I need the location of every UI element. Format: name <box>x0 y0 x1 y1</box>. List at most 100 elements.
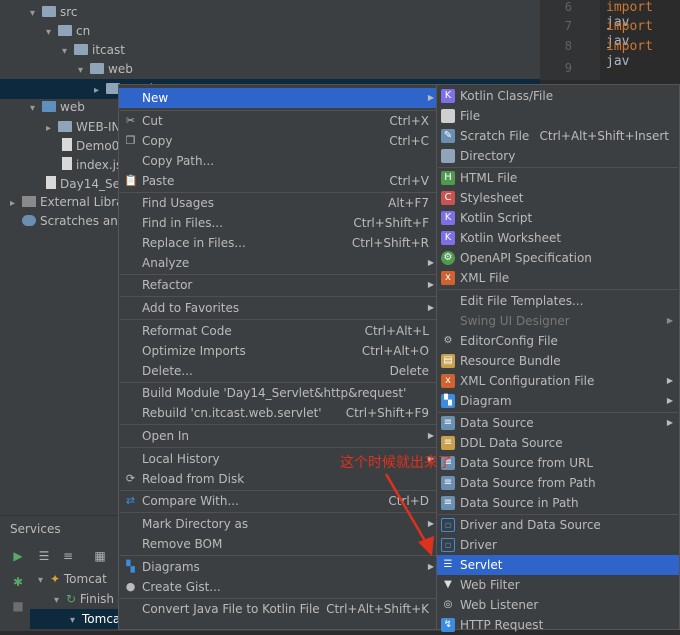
service-finished[interactable]: ▾ ↻ Finish <box>54 589 114 609</box>
menu-item-refactor[interactable]: Refactor ▶ <box>119 275 439 295</box>
tree-node-external-libraries[interactable]: ▸ External Libra <box>10 192 124 212</box>
submenu-item-xml-file[interactable]: x XML File <box>437 268 679 288</box>
menu-item-create-gist[interactable]: ● Create Gist... <box>119 577 439 597</box>
chevron-down-icon[interactable]: ▾ <box>38 571 50 591</box>
filter-icon: ▼ <box>444 579 452 590</box>
folder-icon <box>58 121 72 132</box>
submenu-item-openapi[interactable]: ⚙ OpenAPI Specification <box>437 248 679 268</box>
submenu-item-kotlin-script[interactable]: K Kotlin Script <box>437 208 679 228</box>
menu-item-cut[interactable]: ✂ Cut Ctrl+X <box>119 111 439 131</box>
chevron-right-icon: ▶ <box>427 431 434 440</box>
chevron-down-icon[interactable]: ▾ <box>30 4 42 24</box>
menu-item-analyze[interactable]: Analyze ▶ <box>119 253 439 273</box>
menu-item-rebuild[interactable]: Rebuild 'cn.itcast.web.servlet' Ctrl+Shif… <box>119 403 439 423</box>
menu-item-convert-to-kotlin[interactable]: Convert Java File to Kotlin File Ctrl+Alt… <box>119 599 439 619</box>
kotlin-worksheet-icon: K <box>441 231 455 245</box>
chevron-down-icon[interactable]: ▾ <box>70 611 82 631</box>
chevron-right-icon[interactable]: ▸ <box>94 81 106 101</box>
tree-node-web-folder[interactable]: ▾ web <box>30 97 85 117</box>
menu-item-optimize-imports[interactable]: Optimize Imports Ctrl+Alt+O <box>119 341 439 361</box>
menu-item-find-in-files[interactable]: Find in Files... Ctrl+Shift+F <box>119 213 439 233</box>
tree-node-index-jsp[interactable]: index.js <box>62 155 122 175</box>
stop-icon[interactable]: ■ <box>10 598 26 614</box>
submenu-item-kotlin-worksheet[interactable]: K Kotlin Worksheet <box>437 228 679 248</box>
tree-node-web-inf[interactable]: ▸ WEB-INF <box>46 117 127 137</box>
line-number: 9 <box>564 61 572 75</box>
menu-item-copy[interactable]: ❐ Copy Ctrl+C <box>119 131 439 151</box>
tree-node-scratches[interactable]: Scratches and <box>22 211 125 231</box>
tree-node-src[interactable]: ▾ src <box>30 2 78 22</box>
chevron-down-icon[interactable]: ▾ <box>30 99 42 119</box>
submenu-item-stylesheet[interactable]: C Stylesheet <box>437 188 679 208</box>
chevron-down-icon[interactable]: ▾ <box>46 23 58 43</box>
tree-node-demo[interactable]: Demo0 <box>62 136 119 156</box>
chevron-down-icon[interactable]: ▾ <box>62 42 74 62</box>
compare-icon: ⇄ <box>125 494 136 507</box>
service-tomcat[interactable]: ▾ ✦ Tomcat <box>38 569 107 589</box>
submenu-item-driver-and-data-source[interactable]: ▫ Driver and Data Source <box>437 515 679 535</box>
openapi-icon: ⚙ <box>441 251 455 265</box>
submenu-item-diagram[interactable]: ▚ Diagram ▶ <box>437 391 679 411</box>
collapse-all-icon[interactable]: ≡ <box>60 548 76 564</box>
submenu-item-web-filter[interactable]: ▼ Web Filter <box>437 575 679 595</box>
submenu-item-scratch-file[interactable]: ✎ Scratch File Ctrl+Alt+Shift+Insert <box>437 126 679 146</box>
submenu-item-data-source-path[interactable]: ≡ Data Source from Path <box>437 473 679 493</box>
menu-item-copy-path[interactable]: Copy Path... <box>119 151 439 171</box>
submenu-item-http-request[interactable]: ↯ HTTP Request <box>437 615 679 635</box>
submenu-item-driver[interactable]: ▫ Driver <box>437 535 679 555</box>
annotation-arrow <box>384 473 434 556</box>
service-tomcat-local[interactable]: ▾Tomcat Local <box>30 609 160 631</box>
menu-item-find-usages[interactable]: Find Usages Alt+F7 <box>119 193 439 213</box>
menu-item-paste[interactable]: 📋 Paste Ctrl+V <box>119 171 439 191</box>
submenu-item-directory[interactable]: Directory <box>437 146 679 166</box>
submenu-item-file[interactable]: File <box>437 106 679 126</box>
menu-item-add-to-favorites[interactable]: Add to Favorites ▶ <box>119 298 439 318</box>
submenu-item-xml-config[interactable]: x XML Configuration File ▶ <box>437 371 679 391</box>
folder-icon <box>441 149 455 163</box>
new-submenu: K Kotlin Class/File File ✎ Scratch File Ctr… <box>436 84 680 632</box>
submenu-item-kotlin-class[interactable]: K Kotlin Class/File <box>437 86 679 106</box>
package-icon <box>58 25 72 36</box>
submenu-item-servlet[interactable]: ☰ Servlet <box>437 555 679 575</box>
package-icon <box>90 63 104 74</box>
chevron-down-icon[interactable]: ▾ <box>54 591 66 611</box>
chevron-right-icon[interactable]: ▸ <box>46 119 58 139</box>
chevron-down-icon[interactable]: ▾ <box>78 61 90 81</box>
servlet-icon: ☰ <box>443 559 453 570</box>
tree-node-web-package[interactable]: ▾ web <box>78 59 133 79</box>
diagram-icon: ▚ <box>441 394 455 408</box>
submenu-item-edit-file-templates[interactable]: Edit File Templates... <box>437 291 679 311</box>
submenu-item-resource-bundle[interactable]: ▤ Resource Bundle <box>437 351 679 371</box>
expand-all-icon[interactable]: ☰ <box>36 548 52 564</box>
run-icon[interactable]: ▶ <box>10 548 26 564</box>
menu-item-delete[interactable]: Delete... Delete <box>119 361 439 381</box>
tree-node-itcast[interactable]: ▾ itcast <box>62 40 125 60</box>
debug-icon[interactable]: ✱ <box>10 574 26 590</box>
menu-item-build-module[interactable]: Build Module 'Day14_Servlet&http&request… <box>119 383 439 403</box>
submenu-item-data-source[interactable]: ≡ Data Source ▶ <box>437 413 679 433</box>
submenu-item-data-source-url[interactable]: ≡ Data Source from URL <box>437 453 679 473</box>
menu-item-open-in[interactable]: Open In ▶ <box>119 426 439 446</box>
xml-file-icon: x <box>441 271 455 285</box>
tree-node-iml[interactable]: Day14_Ser <box>46 174 125 194</box>
chevron-right-icon: ▶ <box>666 316 673 325</box>
submenu-item-html-file[interactable]: H HTML File <box>437 168 679 188</box>
ddl-icon: ≡ <box>441 436 455 450</box>
code-line[interactable]: import jav <box>606 39 680 69</box>
group-icon[interactable]: ▦ <box>92 548 108 564</box>
database-in-path-icon: ≡ <box>441 496 455 510</box>
menu-item-replace-in-files[interactable]: Replace in Files... Ctrl+Shift+R <box>119 233 439 253</box>
package-icon <box>74 44 88 55</box>
tree-node-cn[interactable]: ▾ cn <box>46 21 90 41</box>
menu-item-reformat-code[interactable]: Reformat Code Ctrl+Alt+L <box>119 321 439 341</box>
menu-item-new[interactable]: New ▶ <box>119 88 439 108</box>
submenu-item-editorconfig[interactable]: ⚙ EditorConfig File <box>437 331 679 351</box>
submenu-item-ddl-data-source[interactable]: ≡ DDL Data Source <box>437 433 679 453</box>
submenu-item-web-listener[interactable]: ◎ Web Listener <box>437 595 679 615</box>
html-file-icon: H <box>441 171 455 185</box>
menu-item-diagrams[interactable]: ▚ Diagrams ▶ <box>119 557 439 577</box>
xml-config-icon: x <box>441 374 455 388</box>
chevron-right-icon[interactable]: ▸ <box>10 194 22 214</box>
submenu-item-data-source-in-path[interactable]: ≡ Data Source in Path <box>437 493 679 513</box>
css-file-icon: C <box>441 191 455 205</box>
